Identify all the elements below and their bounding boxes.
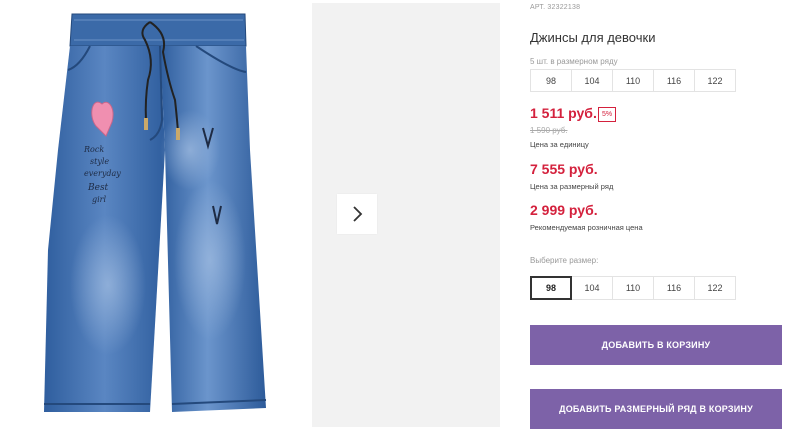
size-option-122[interactable]: 122 (694, 276, 736, 300)
retail-price: 2 999 руб. (530, 202, 598, 218)
size-selector: 98 104 110 116 122 (530, 276, 736, 300)
size-option-116[interactable]: 116 (653, 276, 695, 300)
retail-price-caption: Рекомендуемая розничная цена (530, 223, 643, 232)
size-option-110[interactable]: 110 (612, 276, 654, 300)
pack-size-116: 116 (653, 69, 695, 92)
product-title: Джинсы для девочки (530, 30, 656, 45)
embroidery-text: girl (92, 195, 107, 204)
embroidery-text: style (90, 157, 109, 166)
pack-size-122: 122 (694, 69, 736, 92)
product-gallery: Rock style everyday Best girl (0, 0, 500, 433)
add-to-cart-button[interactable]: ДОБАВИТЬ В КОРЗИНУ (530, 325, 782, 365)
size-option-98[interactable]: 98 (530, 276, 572, 300)
embroidery-text: Rock (83, 145, 104, 154)
chevron-right-icon (353, 206, 363, 222)
pack-size-104: 104 (571, 69, 613, 92)
embroidery-text: Best (87, 183, 109, 193)
choose-size-label: Выберите размер: (530, 256, 599, 265)
jeans-image: Rock style everyday Best girl (44, 13, 267, 412)
size-option-104[interactable]: 104 (571, 276, 613, 300)
pack-size-110: 110 (612, 69, 654, 92)
unit-price-caption: Цена за единицу (530, 140, 589, 149)
article-number: АРТ. 32322138 (530, 4, 581, 11)
pack-size-98: 98 (530, 69, 572, 92)
pack-size-label: 5 шт. в размерном ряду (530, 57, 618, 66)
discount-badge: 5% (598, 107, 617, 122)
pack-price: 7 555 руб. (530, 161, 598, 177)
embroidery-text: everyday (84, 169, 121, 178)
product-photo-jeans[interactable]: Rock style everyday Best girl (0, 0, 312, 433)
gallery-next-button[interactable] (337, 194, 377, 234)
add-pack-to-cart-button[interactable]: ДОБАВИТЬ РАЗМЕРНЫЙ РЯД В КОРЗИНУ (530, 389, 782, 429)
pack-size-list: 98 104 110 116 122 (530, 69, 736, 92)
pack-price-caption: Цена за размерный ряд (530, 182, 614, 191)
old-price: 1 590 руб. (530, 126, 568, 135)
unit-price: 1 511 руб. (530, 105, 597, 121)
